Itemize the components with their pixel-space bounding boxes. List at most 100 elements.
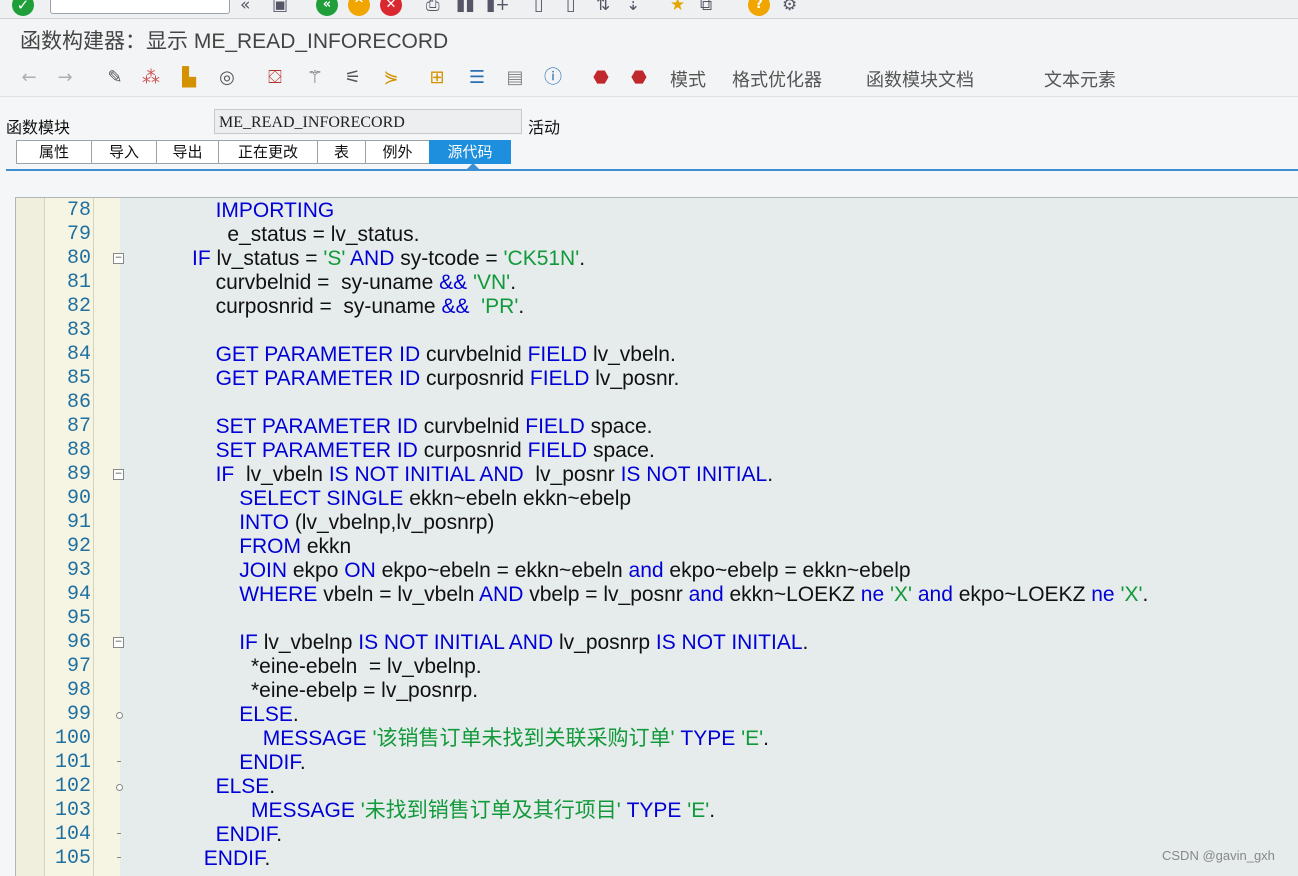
table-icon[interactable]: ▤ (502, 65, 528, 91)
settings-gear-icon[interactable]: ⚙ (782, 0, 797, 15)
arrow-back-icon[interactable]: ← (16, 65, 42, 91)
code-line[interactable]: 92 FROM ekkn (16, 535, 1298, 559)
tab-changing[interactable]: 正在更改 (218, 140, 317, 164)
find-icon[interactable]: ▮▮ (456, 0, 475, 15)
keyword-token: IS NOT INITIAL (620, 463, 768, 486)
cancel-icon[interactable]: ✕ (380, 0, 402, 16)
shortcut-icon[interactable]: ⧉ (700, 0, 712, 15)
string-literal-token: '未找到销售订单及其行项目' (360, 799, 621, 822)
save-icon[interactable]: ▣ (272, 0, 288, 15)
tab-source-code[interactable]: 源代码 (429, 140, 511, 164)
string-literal-token: 'X' (889, 583, 913, 606)
enter-check-icon[interactable]: ✓ (12, 0, 34, 16)
next-page-icon[interactable]: ⇅ (596, 0, 610, 15)
code-line[interactable]: 87 SET PARAMETER ID curvbelnid FIELD spac… (16, 415, 1298, 439)
function-module-field[interactable]: ME_READ_INFORECORD (214, 109, 522, 134)
code-line[interactable]: 80 − IF lv_status = 'S' AND sy-tcode = 'CK… (16, 247, 1298, 271)
code-line[interactable]: 105 ENDIF. (16, 847, 1298, 871)
mode-button[interactable]: 模式 (670, 66, 706, 92)
code-editor[interactable]: 78 IMPORTING 79 e_status = lv_status. 80 − IF … (15, 197, 1298, 876)
tab-export[interactable]: 导出 (156, 140, 218, 164)
identifier-token: ekkn (306, 535, 352, 558)
line-number: 97 (66, 655, 91, 678)
double-chevron-left-icon[interactable]: « (240, 0, 250, 15)
pretty-printer-button[interactable]: 格式优化器 (732, 66, 822, 92)
line-number: 88 (66, 439, 91, 462)
code-line[interactable]: 81 curvbelnid = sy-uname && 'VN'. (16, 271, 1298, 295)
tab-import[interactable]: 导入 (91, 140, 156, 164)
identifier-token: *eine-ebelp = lv_posnrp. (251, 679, 479, 702)
last-page-icon[interactable]: ⇣ (626, 0, 640, 15)
check-icon[interactable]: ▙ (176, 65, 202, 91)
code-line[interactable]: 89 − IF lv_vbeln IS NOT INITIAL AND lv_pos… (16, 463, 1298, 487)
tab-exceptions[interactable]: 例外 (365, 140, 429, 164)
keyword-token: FIELD (527, 439, 593, 462)
collapse-toggle-icon[interactable]: − (113, 637, 124, 648)
code-line[interactable]: 101 ENDIF. (16, 751, 1298, 775)
find-next-icon[interactable]: ▮+ (486, 0, 510, 15)
command-field[interactable] (50, 0, 230, 14)
where-used-icon[interactable]: ⛋ (262, 65, 288, 91)
code-line[interactable]: 88 SET PARAMETER ID curposnrid FIELD spac… (16, 439, 1298, 463)
print-icon[interactable]: ⎙ (426, 0, 440, 15)
text-elements-button[interactable]: 文本元素 (1044, 66, 1116, 92)
help-icon[interactable]: ? (748, 0, 770, 16)
keyword-token: ELSE (239, 703, 293, 726)
code-text: curvbelnid = sy-uname && 'VN'. (216, 271, 516, 295)
test-icon[interactable]: ⚟ (340, 65, 366, 91)
code-line[interactable]: 79 e_status = lv_status. (16, 223, 1298, 247)
code-line[interactable]: 94 WHERE vbeln = lv_vbeln AND vbelp = lv_… (16, 583, 1298, 607)
code-line[interactable]: 100 MESSAGE '该销售订单未找到关联采购订单' TYPE 'E'. (16, 727, 1298, 751)
exit-icon[interactable]: ^ (348, 0, 370, 16)
code-line[interactable]: 96 − IF lv_vbelnp IS NOT INITIAL AND lv_po… (16, 631, 1298, 655)
prev-page-icon[interactable]: ▯ (566, 0, 575, 15)
collapse-toggle-icon[interactable]: − (113, 253, 124, 264)
stop-debug-icon[interactable]: ⬣ (588, 65, 614, 91)
code-line[interactable]: 102 ELSE. (16, 775, 1298, 799)
delete-debug-icon[interactable]: ⬣ (626, 65, 652, 91)
code-line[interactable]: 86 (16, 391, 1298, 415)
other-object-icon[interactable]: ⁂ (138, 65, 164, 91)
code-line[interactable]: 95 (16, 607, 1298, 631)
pattern-wand-icon[interactable]: ⚚ (302, 65, 328, 91)
code-line[interactable]: 91 INTO (lv_vbelnp,lv_posnrp) (16, 511, 1298, 535)
code-line[interactable]: 97 *eine-ebeln = lv_vbelnp. (16, 655, 1298, 679)
code-line[interactable]: 82 curposnrid = sy-uname && 'PR'. (16, 295, 1298, 319)
identifier-token: ekkn~LOEKZ (729, 583, 861, 606)
identifier-token: lv_posnr. (595, 367, 680, 390)
code-line[interactable]: 99 ELSE. (16, 703, 1298, 727)
breakpoint-icon[interactable]: ⋟ (378, 65, 404, 91)
create-session-icon[interactable]: ★ (670, 0, 685, 15)
code-line[interactable]: 90 SELECT SINGLE ekkn~ebeln ekkn~ebelp (16, 487, 1298, 511)
info-icon[interactable]: ⓘ (540, 65, 566, 91)
code-line[interactable]: 103 MESSAGE '未找到销售订单及其行项目' TYPE 'E'. (16, 799, 1298, 823)
code-line[interactable]: 93 JOIN ekpo ON ekpo~ebeln = ekkn~ebeln a… (16, 559, 1298, 583)
code-text: GET PARAMETER ID curposnrid FIELD lv_pos… (216, 367, 680, 391)
code-line[interactable]: 83 (16, 319, 1298, 343)
arrow-forward-icon[interactable]: → (52, 65, 78, 91)
keyword-token: GET PARAMETER ID (215, 367, 427, 390)
line-number: 85 (66, 367, 91, 390)
code-line[interactable]: 84 GET PARAMETER ID curvbelnid FIELD lv_v… (16, 343, 1298, 367)
collapse-toggle-icon[interactable]: − (113, 469, 124, 480)
tab-attributes[interactable]: 属性 (16, 140, 91, 164)
back-icon[interactable]: « (316, 0, 338, 16)
line-number: 91 (66, 511, 91, 534)
code-line[interactable]: 98 *eine-ebelp = lv_posnrp. (16, 679, 1298, 703)
code-line[interactable]: 85 GET PARAMETER ID curposnrid FIELD lv_p… (16, 367, 1298, 391)
line-number: 92 (66, 535, 91, 558)
hierarchy-icon[interactable]: ⊞ (424, 65, 450, 91)
activate-icon[interactable]: ◎ (214, 65, 240, 91)
display-change-icon[interactable]: ✎ (102, 65, 128, 91)
fm-documentation-button[interactable]: 函数模块文档 (866, 66, 974, 92)
line-number: 79 (66, 223, 91, 246)
keyword-token: FIELD (525, 415, 591, 438)
pretty-printer-icon[interactable]: ☰ (464, 65, 490, 91)
keyword-token: IF (215, 463, 246, 486)
status-text: 活动 (528, 118, 561, 137)
first-page-icon[interactable]: ▯ (534, 0, 543, 15)
tab-tables[interactable]: 表 (317, 140, 365, 164)
code-line[interactable]: 104 ENDIF. (16, 823, 1298, 847)
keyword-token: ne (860, 583, 890, 606)
code-line[interactable]: 78 IMPORTING (16, 199, 1298, 223)
